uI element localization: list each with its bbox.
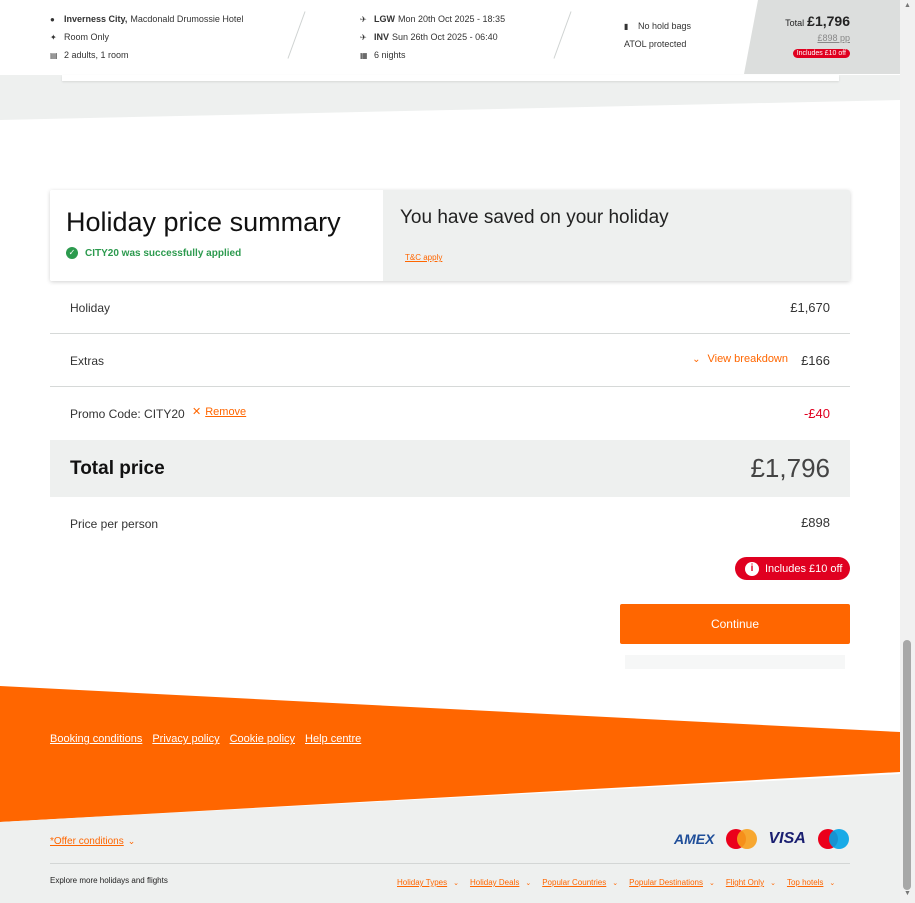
- button-shadow: [625, 655, 845, 669]
- remove-promo-button[interactable]: ✕ Remove: [192, 405, 247, 419]
- trip-total: Total £1,796: [785, 13, 850, 29]
- nights-count: 6 nights: [374, 50, 406, 60]
- summary-title-panel: Holiday price summary ✓ CITY20 was succe…: [50, 190, 383, 281]
- outbound-airport: LGW: [374, 14, 395, 24]
- extras-label: Extras: [70, 354, 105, 368]
- footer-link-help-centre[interactable]: Help centre: [305, 733, 361, 745]
- includes-discount-text: Includes £10 off: [765, 562, 843, 575]
- explore-flight-only[interactable]: Flight Only ⌄: [726, 878, 776, 887]
- footer-links: Booking conditions Privacy policy Cookie…: [50, 733, 361, 745]
- info-icon: i: [745, 561, 759, 576]
- total-price-label: Total price: [70, 458, 165, 479]
- bags-info: No hold bags: [638, 21, 692, 31]
- chevron-down-icon: ⌄: [708, 879, 715, 887]
- trip-per-person: £898 pp: [817, 33, 850, 43]
- explore-top-hotels[interactable]: Top hotels ⌄: [787, 878, 835, 887]
- plane-takeoff-icon: ✈: [360, 14, 367, 24]
- explore-popular-destinations[interactable]: Popular Destinations ⌄: [629, 878, 715, 887]
- divider: [553, 11, 572, 59]
- remove-label: Remove: [205, 405, 247, 418]
- footer-link-cookie-policy[interactable]: Cookie policy: [230, 733, 295, 745]
- price-per-person-label: Price per person: [70, 517, 159, 531]
- chevron-down-icon: ⌄: [770, 879, 776, 887]
- atol-info: ATOL protected: [624, 39, 687, 49]
- holiday-label: Holiday: [70, 301, 111, 315]
- total-price-value: £1,796: [750, 453, 830, 483]
- promo-success-text: CITY20 was successfully applied: [85, 247, 242, 259]
- return-date: Sun 26th Oct 2025 - 06:40: [392, 32, 498, 42]
- destination-city: Inverness City,: [64, 14, 128, 24]
- trip-details-column: ● Inverness City, Macdonald Drumossie Hote…: [50, 10, 243, 64]
- continue-button[interactable]: Continue: [620, 604, 850, 644]
- calendar-icon: ▦: [360, 50, 368, 60]
- location-pin-icon: ●: [50, 14, 55, 24]
- explore-popular-countries[interactable]: Popular Countries ⌄: [542, 878, 618, 887]
- explore-links: Holiday Types ⌄ Holiday Deals ⌄ Popular Co…: [397, 878, 835, 887]
- scroll-down-arrow[interactable]: ▼: [903, 890, 912, 897]
- page-title: Holiday price summary: [66, 207, 341, 237]
- footer-divider: [50, 863, 850, 864]
- footer-link-booking-conditions[interactable]: Booking conditions: [50, 733, 142, 745]
- fork-knife-icon: ✦: [50, 32, 57, 42]
- holiday-value: £1,670: [790, 300, 830, 315]
- trip-summary-card: ● Inverness City, Macdonald Drumossie Hote…: [0, 0, 900, 75]
- card-shadow: [62, 75, 839, 81]
- tc-apply-link[interactable]: T&C apply: [405, 253, 442, 262]
- explore-holiday-types[interactable]: Holiday Types ⌄: [397, 878, 459, 887]
- luggage-icon: ▮: [624, 21, 629, 31]
- chevron-down-icon: ⌄: [453, 879, 459, 887]
- maestro-logo: [817, 829, 849, 849]
- offer-conditions-label: *Offer conditions: [50, 836, 124, 847]
- check-circle-icon: ✓: [66, 247, 78, 259]
- price-row-holiday: Holiday £1,670: [50, 281, 850, 334]
- destination-hotel: Macdonald Drumossie Hotel: [130, 14, 244, 24]
- explore-heading: Explore more holidays and flights: [50, 876, 168, 885]
- chevron-down-icon: ⌄: [127, 836, 136, 846]
- mastercard-logo: [726, 829, 758, 849]
- party-size: 2 adults, 1 room: [64, 50, 129, 60]
- flight-details-column: ✈ LGW Mon 20th Oct 2025 - 18:35 ✈ INV Sun 26…: [360, 10, 505, 64]
- chevron-down-icon: ⌄: [692, 353, 701, 365]
- explore-holiday-deals[interactable]: Holiday Deals ⌄: [470, 878, 531, 887]
- price-summary-header: Holiday price summary ✓ CITY20 was succe…: [50, 190, 850, 281]
- scroll-up-arrow[interactable]: ▲: [903, 2, 912, 9]
- trip-total-box: Total £1,796 £898 pp Includes £10 off: [744, 0, 900, 74]
- promo-value: -£40: [803, 406, 830, 421]
- plane-landing-icon: ✈: [360, 32, 367, 42]
- amex-logo: AMEX: [674, 831, 715, 847]
- extras-value: £166: [801, 353, 830, 368]
- outbound-date: Mon 20th Oct 2025 - 18:35: [398, 14, 506, 24]
- view-breakdown-button[interactable]: ⌄ View breakdown: [692, 353, 788, 365]
- divider: [287, 11, 306, 59]
- chevron-down-icon: ⌄: [525, 879, 532, 887]
- promo-label: Promo Code: CITY20: [70, 407, 185, 421]
- price-per-person-value: £898: [801, 515, 830, 530]
- price-row-promo: Promo Code: CITY20 ✕ Remove -£40: [50, 387, 850, 440]
- promo-success-message: ✓ CITY20 was successfully applied: [66, 247, 241, 259]
- board-basis: Room Only: [64, 32, 110, 42]
- payment-methods: AMEX VISA: [674, 829, 849, 849]
- visa-logo: VISA: [768, 830, 806, 847]
- view-breakdown-label: View breakdown: [707, 353, 788, 365]
- chevron-down-icon: ⌄: [612, 879, 619, 887]
- scrollbar-thumb[interactable]: [903, 640, 911, 890]
- trip-includes-badge: Includes £10 off: [792, 49, 850, 58]
- price-per-person-row: Price per person £898: [50, 497, 850, 547]
- chevron-down-icon: ⌄: [829, 879, 836, 887]
- price-row-extras: Extras ⌄ View breakdown £166: [50, 334, 850, 387]
- saved-message: You have saved on your holiday: [400, 207, 669, 228]
- bed-icon: ▤: [50, 50, 58, 60]
- offer-conditions-toggle[interactable]: *Offer conditions ⌄: [50, 836, 135, 847]
- extras-column: ▮ No hold bags ATOL protected: [624, 17, 691, 53]
- close-icon: ✕: [192, 406, 202, 418]
- total-price-row: Total price £1,796: [50, 440, 850, 497]
- footer-link-privacy-policy[interactable]: Privacy policy: [152, 733, 219, 745]
- savings-panel: You have saved on your holiday T&C apply: [383, 190, 850, 281]
- trip-total-value: £1,796: [807, 13, 850, 29]
- return-airport: INV: [374, 32, 390, 42]
- includes-discount-badge: i Includes £10 off: [735, 557, 850, 580]
